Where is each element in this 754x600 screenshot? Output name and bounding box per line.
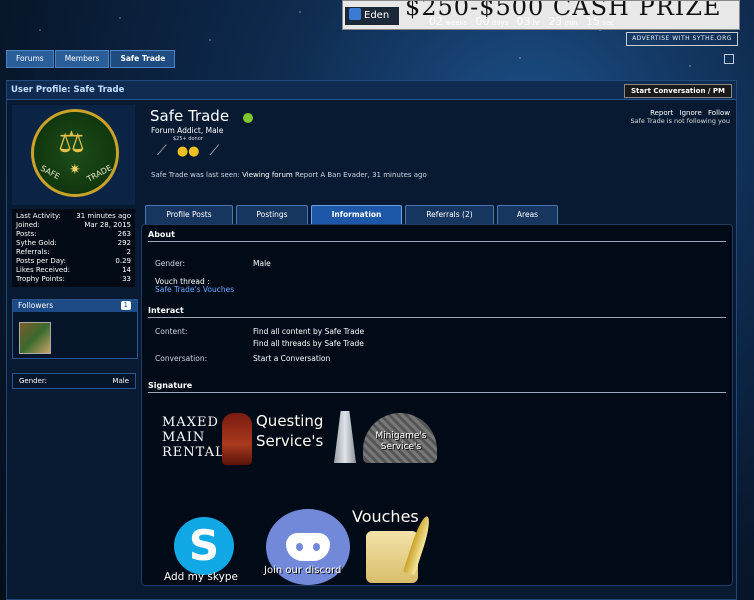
start-conversation-link[interactable]: Start a Conversation	[253, 354, 330, 363]
profile-title: Forum Addict, Male	[151, 126, 224, 135]
sword-icon: ⟋	[209, 143, 220, 159]
last-seen-action: Viewing forum	[242, 171, 293, 179]
tab-postings[interactable]: Postings	[236, 205, 308, 225]
content-label: Content:	[155, 327, 188, 336]
breadcrumb: Forums Members Safe Trade	[6, 50, 176, 68]
tab-areas[interactable]: Areas	[497, 205, 558, 225]
skype-banner[interactable]: S Add my skype	[164, 517, 254, 587]
stat-row: Sythe Gold: 292	[16, 239, 131, 247]
followers-count: 1	[120, 301, 131, 310]
avatar-box: ⚖ SAFE ✷ TRADE	[12, 105, 135, 205]
scales-icon: ⚖	[58, 125, 85, 160]
find-content-link[interactable]: Find all content by Safe Trade	[253, 327, 364, 336]
followers-box: Followers 1	[12, 299, 138, 359]
avatar-word-left: SAFE	[39, 163, 62, 182]
breadcrumb-members[interactable]: Members	[54, 50, 110, 68]
advertise-link[interactable]: ADVERTISE WITH SYTHE.ORG	[626, 32, 738, 46]
gender-label: Gender:	[155, 259, 186, 268]
interact-heading: Interact	[148, 306, 184, 315]
shield-icon	[349, 8, 361, 20]
follow-status: Safe Trade is not following you	[630, 117, 730, 125]
panel-header: User Profile: Safe Trade Start Conversat…	[7, 81, 736, 100]
gender-value: Male	[253, 259, 271, 268]
discord-banner[interactable]: Join our discord	[260, 509, 364, 585]
divider	[148, 392, 726, 393]
avatar-word-right: TRADE	[85, 163, 114, 184]
minigame-services-banner[interactable]: Minigame's Service's	[359, 413, 443, 465]
profile-name: Safe Trade	[150, 107, 230, 125]
skype-icon: S	[174, 517, 234, 575]
followers-header[interactable]: Followers 1	[13, 300, 137, 312]
member-stats: Last Activity: 31 minutes ago Joined: Mar …	[12, 209, 135, 287]
profile-tabs: Profile Posts Postings Information Refer…	[145, 205, 558, 225]
sidebar-gender: Gender: Male	[12, 373, 136, 389]
stat-row: Likes Received: 14	[16, 266, 131, 274]
cape-figure	[222, 413, 252, 465]
about-heading: About	[148, 230, 175, 239]
breadcrumb-forums[interactable]: Forums	[6, 50, 54, 68]
avatar[interactable]: ⚖ SAFE ✷ TRADE	[31, 109, 119, 197]
profile-actions: Report Ignore Follow	[646, 109, 730, 117]
divider	[148, 317, 726, 318]
start-conversation-button[interactable]: Start Conversation / PM	[624, 84, 732, 98]
eden-logo: Eden	[345, 7, 399, 25]
tab-referrals[interactable]: Referrals (2)	[405, 205, 494, 225]
page-title: User Profile: Safe Trade	[11, 85, 125, 95]
quest-cape	[334, 411, 356, 463]
tab-profile-posts[interactable]: Profile Posts	[145, 205, 233, 225]
stat-row: Referrals: 2	[16, 248, 131, 256]
report-link[interactable]: Report	[650, 109, 673, 117]
stat-row: Posts per Day: 0.29	[16, 257, 131, 265]
sword-icon: ⟋	[157, 143, 167, 159]
questing-services-banner[interactable]: Questing Service's	[254, 409, 364, 465]
tab-information[interactable]: Information	[311, 205, 402, 225]
last-seen-link[interactable]: Report A Ban Evader, 31 minutes ago	[295, 171, 427, 179]
online-status-icon	[243, 113, 253, 123]
conversation-label: Conversation:	[155, 354, 208, 363]
coins-icon: ●●	[176, 143, 200, 159]
find-threads-link[interactable]: Find all threads by Safe Trade	[253, 339, 364, 348]
last-seen: Safe Trade was last seen: Viewing forum …	[151, 171, 427, 179]
vouches-banner[interactable]: Vouches	[350, 507, 450, 587]
star-icon: ✷	[69, 162, 81, 178]
maxed-main-rentals-banner[interactable]: MAXED MAIN RENTALS	[158, 413, 253, 465]
award-label: $25+ donor	[173, 136, 203, 142]
banner-countdown: 02 weeks 00 days 03 hr 23 min 15 sec	[429, 15, 615, 28]
divider	[148, 241, 726, 242]
vouch-link[interactable]: Safe Trade's Vouches	[155, 285, 234, 294]
breadcrumb-current[interactable]: Safe Trade	[110, 50, 176, 68]
stat-row: Posts: 263	[16, 230, 131, 238]
stat-row: Last Activity: 31 minutes ago	[16, 212, 131, 220]
follower-avatar[interactable]	[19, 322, 51, 354]
ignore-link[interactable]: Ignore	[680, 109, 702, 117]
stat-row: Joined: Mar 28, 2015	[16, 221, 131, 229]
banner-ad[interactable]: Eden $250-$500 CASH PRIZE 02 weeks 00 da…	[342, 0, 740, 30]
follow-link[interactable]: Follow	[708, 109, 730, 117]
award-icons: ⟋ ●● ⟋	[157, 143, 219, 159]
signature-heading: Signature	[148, 381, 193, 390]
profile-panel: User Profile: Safe Trade Start Conversat…	[6, 80, 737, 600]
information-content: About Gender: Male Vouch thread : Safe T…	[141, 224, 733, 586]
popup-icon[interactable]	[724, 54, 734, 64]
stat-row: Trophy Points: 33	[16, 275, 131, 283]
